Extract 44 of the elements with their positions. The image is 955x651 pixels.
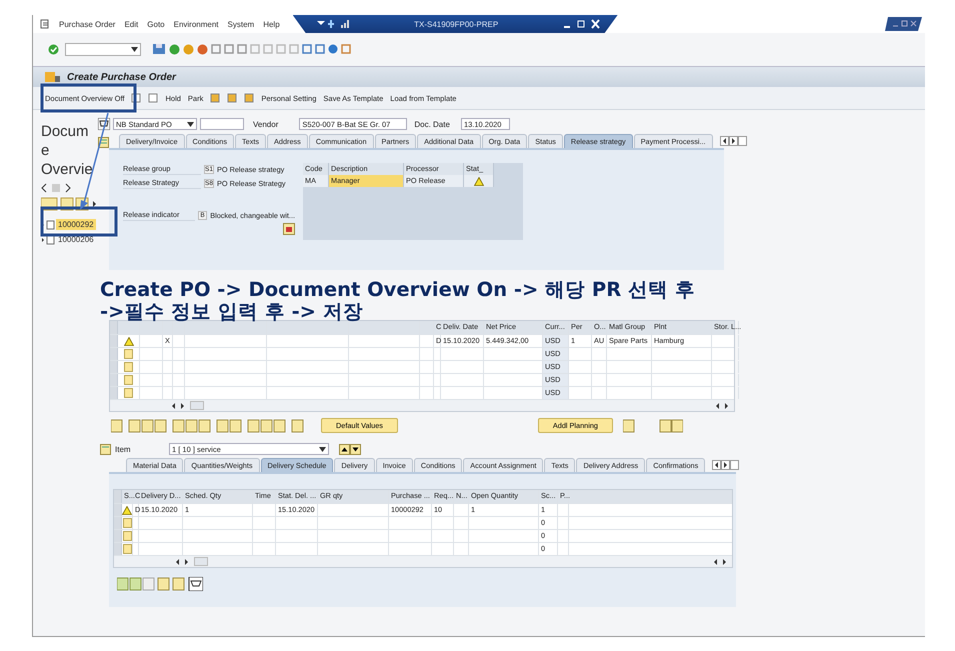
tab-scroll-icon[interactable] [720, 136, 748, 146]
field-label: Vendor [253, 120, 278, 128]
menu-item[interactable]: Goto [147, 20, 165, 28]
caption-text: Create PO -> Document Overview On -> 해당 PR 선택 후 [100, 279, 695, 301]
menu-item[interactable]: Edit [124, 20, 138, 28]
caret-icon [319, 446, 326, 452]
caption-text: ->필수 정보 입력 후 -> 저장 [100, 301, 363, 323]
menu-item[interactable]: Environment [174, 20, 219, 28]
scroll-arrows-icon[interactable] [170, 402, 186, 410]
table-tools-icon[interactable] [117, 577, 203, 591]
field-label: Doc. Date [414, 120, 450, 128]
caret-icon [187, 122, 194, 126]
release-icon[interactable] [283, 223, 295, 235]
pager-icon[interactable] [41, 183, 71, 193]
session-title: TX-S41909FP00-PREP [414, 20, 498, 28]
menu-item[interactable]: System [228, 20, 254, 28]
panel-title: Docume Overvie [41, 122, 93, 179]
scrollbar-thumb[interactable] [194, 557, 208, 566]
document-icon [45, 71, 61, 83]
document-item[interactable]: 10000292 [56, 219, 96, 230]
scroll-arrows-icon[interactable] [714, 402, 730, 410]
up-down-icon[interactable] [339, 444, 361, 454]
menu-item[interactable]: Purchase Order [59, 20, 116, 28]
menu-icon [40, 19, 50, 29]
caret-icon [131, 46, 138, 52]
save-icon[interactable] [152, 43, 166, 55]
scroll-arrows-icon[interactable] [174, 558, 190, 566]
scroll-arrows-icon[interactable] [712, 558, 728, 566]
scrollbar-thumb[interactable] [190, 401, 204, 410]
collapse-icon[interactable] [100, 444, 111, 454]
field-label: Item [115, 444, 132, 454]
overview-tools-icon[interactable] [41, 197, 99, 211]
input-field[interactable] [200, 118, 244, 130]
check-icon[interactable] [48, 44, 59, 54]
toolbar-glyphs-icon [314, 19, 351, 29]
window-title: Create Purchase Order [67, 72, 176, 82]
menu-item[interactable]: Help [263, 20, 280, 28]
window-controls-icon[interactable] [562, 19, 602, 29]
document-item[interactable]: 10000206 [56, 234, 96, 245]
command-field[interactable] [65, 42, 141, 56]
document-icon [41, 234, 55, 244]
tab-scroll-icon[interactable] [712, 460, 740, 470]
window-controls-icon[interactable] [885, 17, 925, 31]
toolbar-icon[interactable] [148, 93, 158, 103]
